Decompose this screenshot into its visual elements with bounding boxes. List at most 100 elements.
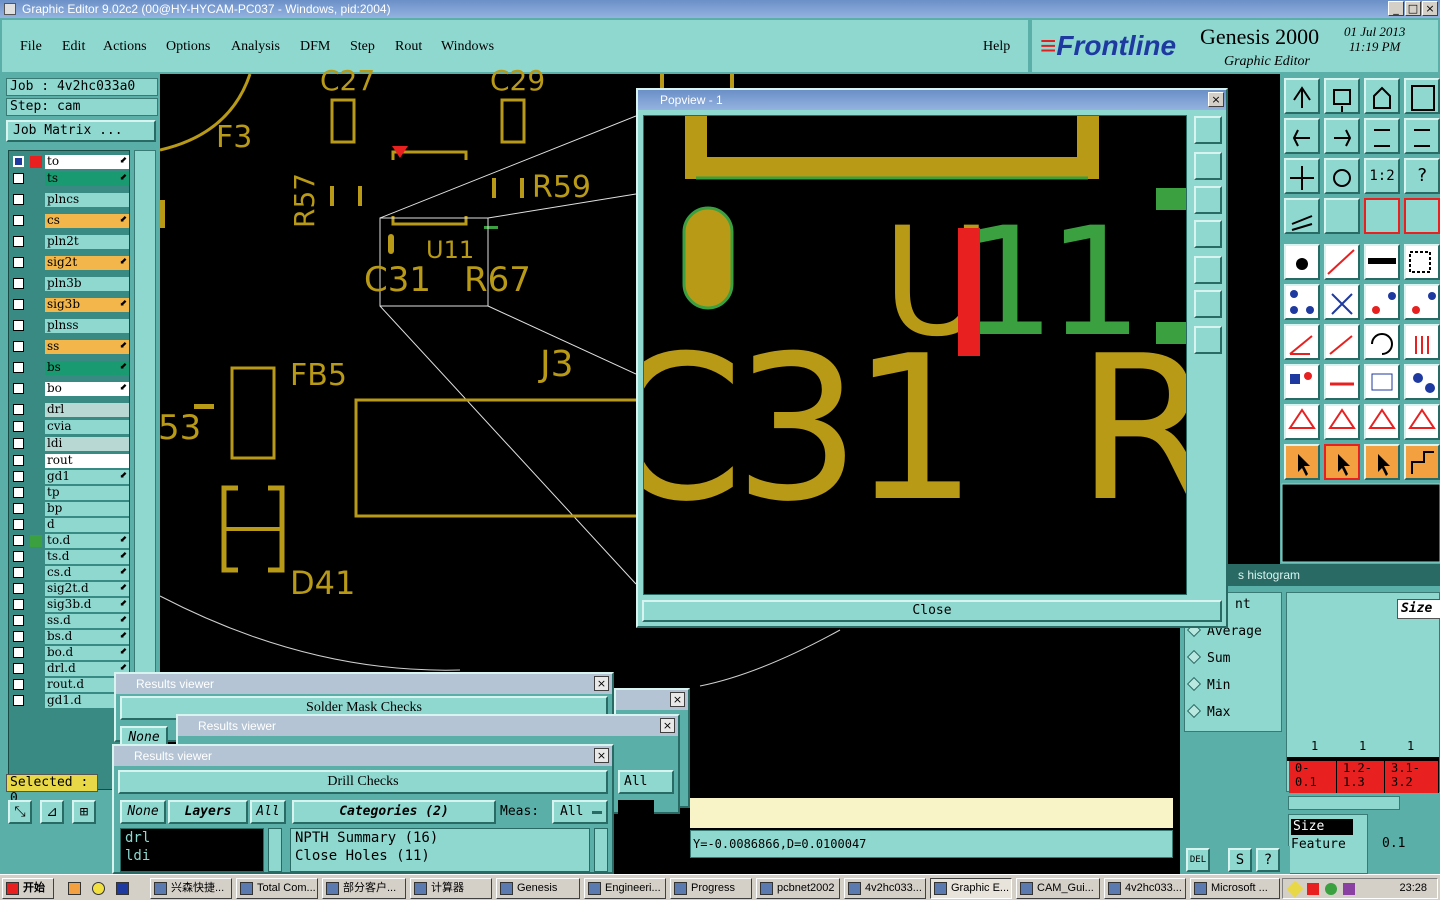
layer-checkbox[interactable]: [13, 236, 24, 247]
menu-dfm[interactable]: DFM: [300, 39, 330, 55]
layer-name[interactable]: bs.d ⬋: [45, 630, 129, 644]
middle-meas-select[interactable]: All: [618, 770, 674, 794]
job-matrix-button[interactable]: Job Matrix ...: [6, 120, 156, 142]
layer-checkbox[interactable]: [13, 631, 24, 642]
popview-right-icon[interactable]: [1194, 256, 1222, 284]
scale-1-2-icon[interactable]: 1:2: [1364, 158, 1400, 194]
tray-icon[interactable]: [1343, 883, 1355, 895]
layer-checkbox[interactable]: [13, 173, 24, 184]
layer-name[interactable]: tp: [45, 486, 129, 500]
layer-checkbox[interactable]: [13, 471, 24, 482]
layer-row-tp[interactable]: tp: [11, 486, 129, 500]
menu-rout[interactable]: Rout: [395, 39, 422, 55]
taskbar-item[interactable]: 4v2hc033...: [1104, 878, 1186, 899]
menu-analysis[interactable]: Analysis: [231, 39, 280, 55]
layer-checkbox[interactable]: [13, 156, 24, 167]
layer-row-ss-d[interactable]: ss.d ⬋: [11, 614, 129, 628]
menu-edit[interactable]: Edit: [62, 39, 85, 55]
layers-red-2-icon[interactable]: [1404, 198, 1440, 234]
grid-icon[interactable]: ⊞: [72, 800, 96, 824]
layer-row-bs[interactable]: bs ⬋: [11, 361, 129, 375]
menu-step[interactable]: Step: [350, 39, 375, 55]
list-item[interactable]: drl: [125, 829, 263, 847]
layer-checkbox[interactable]: [13, 421, 24, 432]
layer-name[interactable]: sig2t.d ⬋: [45, 582, 129, 596]
del-icon[interactable]: DEL: [1186, 848, 1210, 872]
layer-checkbox[interactable]: [13, 383, 24, 394]
maximize-button[interactable]: □: [1405, 1, 1421, 16]
layer-checkbox[interactable]: [13, 278, 24, 289]
net-icon[interactable]: [1284, 284, 1320, 320]
help-icon[interactable]: ?: [1404, 158, 1440, 194]
layer-row-ldi[interactable]: ldi: [11, 437, 129, 451]
taskbar-item[interactable]: Total Com...: [236, 878, 318, 899]
layer-checkbox[interactable]: [13, 519, 24, 530]
histogram-bin-1[interactable]: 0- 0.1: [1289, 761, 1337, 793]
layer-name[interactable]: rout: [45, 454, 129, 468]
histogram-scrollbar[interactable]: [1288, 796, 1400, 810]
taskbar-item[interactable]: 4v2hc033...: [844, 878, 926, 899]
layer-row-rout-d[interactable]: rout.d⬋: [11, 678, 129, 692]
popview-zoom-icon[interactable]: [1194, 116, 1222, 144]
taskbar-item[interactable]: 兴森快捷...: [150, 878, 232, 899]
histogram-bin-3[interactable]: 3.1- 3.2: [1385, 761, 1439, 793]
layer-checkbox[interactable]: [13, 257, 24, 268]
layer-checkbox[interactable]: [13, 320, 24, 331]
layer-name[interactable]: bp: [45, 502, 129, 516]
layer-list-scrollbar[interactable]: [268, 828, 282, 872]
split-view-icon[interactable]: [1404, 78, 1440, 114]
layer-checkbox[interactable]: [13, 215, 24, 226]
layer-row-ss[interactable]: ss ⬋: [11, 340, 129, 354]
select-point-icon[interactable]: [1284, 244, 1320, 280]
layer-checkbox[interactable]: [13, 663, 24, 674]
layer-name[interactable]: plnss: [45, 319, 129, 333]
layer-checkbox[interactable]: [13, 583, 24, 594]
popview-fit-icon[interactable]: [1194, 290, 1222, 318]
option-min[interactable]: Min: [1186, 676, 1230, 693]
grid-toggle-icon[interactable]: [1324, 198, 1360, 234]
layer-checkbox[interactable]: [13, 535, 24, 546]
desktop-icon[interactable]: [68, 882, 81, 895]
layer-row-pln3b[interactable]: pln3b: [11, 277, 129, 291]
layer-checkbox[interactable]: [13, 695, 24, 706]
layer-row-cs[interactable]: cs ⬋: [11, 214, 129, 228]
layer-row-bp[interactable]: bp: [11, 502, 129, 516]
layer-row-to[interactable]: to ⬋: [11, 155, 129, 169]
layer-name[interactable]: ldi: [45, 437, 129, 451]
layers-button[interactable]: Layers: [168, 800, 248, 824]
group-icon[interactable]: [1404, 364, 1440, 400]
layer-checkbox[interactable]: [13, 567, 24, 578]
option-max[interactable]: Max: [1186, 703, 1230, 720]
meas-select[interactable]: All: [552, 800, 608, 824]
layer-row-cs-d[interactable]: cs.d ⬋: [11, 566, 129, 580]
tray-icon[interactable]: [1307, 883, 1319, 895]
layer-checkbox[interactable]: [13, 647, 24, 658]
select-box-icon[interactable]: [1404, 244, 1440, 280]
pad-icon[interactable]: [1284, 364, 1320, 400]
layer-checkbox[interactable]: [13, 362, 24, 373]
layer-checkbox[interactable]: [13, 551, 24, 562]
layer-checkbox[interactable]: [13, 438, 24, 449]
triangle-4-icon[interactable]: [1404, 404, 1440, 440]
layer-row-sig3b[interactable]: sig3b ⬋: [11, 298, 129, 312]
drill-tool-icon[interactable]: [1284, 198, 1320, 234]
zoom-fit-icon[interactable]: [1284, 158, 1320, 194]
tray-icon[interactable]: [1286, 880, 1304, 898]
layer-checkbox[interactable]: [13, 615, 24, 626]
trace-icon[interactable]: [1324, 364, 1360, 400]
popview-close-button[interactable]: Close: [642, 600, 1222, 622]
layer-checkbox[interactable]: [13, 194, 24, 205]
option-count[interactable]: nt: [1235, 597, 1251, 612]
layer-name[interactable]: bo ⬋: [45, 382, 129, 396]
layer-name[interactable]: bo.d ⬋: [45, 646, 129, 660]
line-angle-icon[interactable]: [1284, 324, 1320, 360]
layer-name[interactable]: ts ⬋: [45, 172, 129, 186]
layer-row-d[interactable]: d: [11, 518, 129, 532]
layer-name[interactable]: d: [45, 518, 129, 532]
layer-row-gd1[interactable]: gd1 ⬋: [11, 470, 129, 484]
taskbar-item[interactable]: Progress: [670, 878, 752, 899]
layer-row-to-d[interactable]: to.d ⬋: [11, 534, 129, 548]
layer-row-drl-d[interactable]: drl.d ⬋: [11, 662, 129, 676]
measure-icon[interactable]: ⊿: [40, 800, 64, 824]
list-item[interactable]: NPTH Summary (16): [295, 829, 589, 847]
